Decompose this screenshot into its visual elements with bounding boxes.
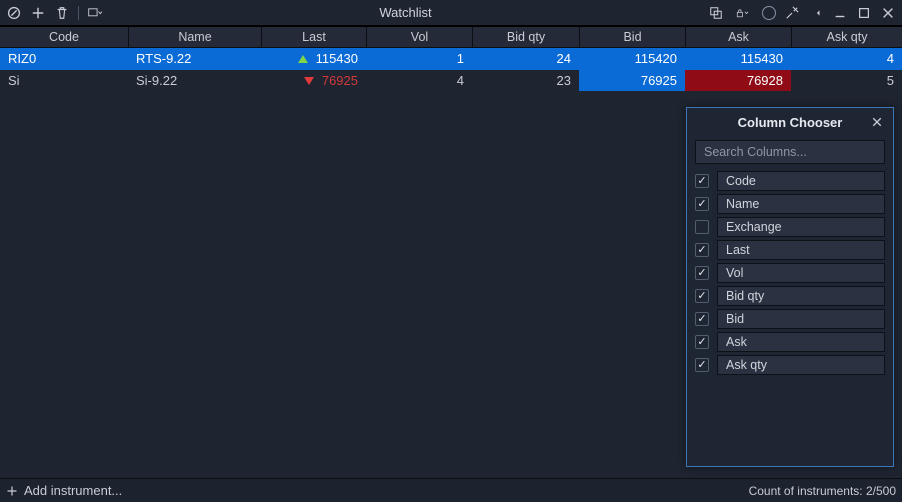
column-chooser-item[interactable]: Ask qty bbox=[695, 354, 885, 376]
titlebar: Watchlist bbox=[0, 0, 902, 26]
col-header-code[interactable]: Code bbox=[0, 27, 128, 47]
tools-icon[interactable] bbox=[784, 5, 800, 21]
checkbox-icon[interactable] bbox=[695, 335, 709, 349]
add-instrument-button[interactable]: Add instrument... bbox=[6, 483, 122, 498]
cell-name: RTS-9.22 bbox=[128, 48, 261, 69]
lock-icon[interactable] bbox=[732, 5, 754, 21]
column-chooser-item[interactable]: Bid bbox=[695, 308, 885, 330]
price-down-icon bbox=[304, 77, 314, 85]
cell-bidqty: 23 bbox=[472, 70, 579, 91]
column-chooser-item-label: Ask qty bbox=[717, 355, 885, 375]
col-header-bidqty[interactable]: Bid qty bbox=[472, 27, 579, 47]
plus-icon bbox=[6, 485, 18, 497]
price-up-icon bbox=[298, 55, 308, 63]
column-chooser-item[interactable]: Code bbox=[695, 170, 885, 192]
column-chooser-item-label: Vol bbox=[717, 263, 885, 283]
table-row[interactable]: Si Si-9.22 76925 4 23 76925 76928 5 bbox=[0, 70, 902, 92]
column-chooser-item[interactable]: Vol bbox=[695, 262, 885, 284]
close-icon[interactable] bbox=[880, 5, 896, 21]
minimize-icon[interactable] bbox=[832, 5, 848, 21]
pin-icon[interactable] bbox=[808, 5, 824, 21]
status-bar: Add instrument... Count of instruments: … bbox=[0, 478, 902, 502]
cell-bid: 115420 bbox=[579, 48, 685, 69]
checkbox-icon[interactable] bbox=[695, 174, 709, 188]
cell-askqty: 5 bbox=[791, 70, 902, 91]
delete-icon[interactable] bbox=[54, 5, 70, 21]
col-header-vol[interactable]: Vol bbox=[366, 27, 472, 47]
column-chooser-item-label: Code bbox=[717, 171, 885, 191]
cell-last: 115430 bbox=[261, 48, 366, 69]
column-chooser-panel: Column Chooser Code Name Exchange bbox=[686, 107, 894, 467]
cell-vol: 1 bbox=[366, 48, 472, 69]
grid-body-empty: Column Chooser Code Name Exchange bbox=[0, 92, 902, 478]
cell-name: Si-9.22 bbox=[128, 70, 261, 91]
checkbox-icon[interactable] bbox=[695, 243, 709, 257]
table-body: RIZ0 RTS-9.22 115430 1 24 115420 115430 … bbox=[0, 48, 902, 92]
col-header-last[interactable]: Last bbox=[261, 27, 366, 47]
col-header-name[interactable]: Name bbox=[128, 27, 261, 47]
column-chooser-item[interactable]: Name bbox=[695, 193, 885, 215]
titlebar-left-tools bbox=[0, 5, 109, 21]
column-chooser-item-label: Bid bbox=[717, 309, 885, 329]
checkbox-icon[interactable] bbox=[695, 266, 709, 280]
column-chooser-search-input[interactable] bbox=[695, 140, 885, 164]
cell-ask: 76928 bbox=[685, 70, 791, 91]
separator bbox=[78, 6, 79, 20]
checkbox-icon[interactable] bbox=[695, 358, 709, 372]
panel-dropdown-icon[interactable] bbox=[87, 5, 103, 21]
cell-bid: 76925 bbox=[579, 70, 685, 91]
column-chooser-item-label: Last bbox=[717, 240, 885, 260]
cell-last-value: 76925 bbox=[322, 73, 358, 88]
col-header-bid[interactable]: Bid bbox=[579, 27, 685, 47]
add-icon[interactable] bbox=[30, 5, 46, 21]
column-chooser-item[interactable]: Last bbox=[695, 239, 885, 261]
table-row[interactable]: RIZ0 RTS-9.22 115430 1 24 115420 115430 … bbox=[0, 48, 902, 70]
app-logo-icon[interactable] bbox=[6, 5, 22, 21]
column-chooser-item-label: Ask bbox=[717, 332, 885, 352]
column-chooser-item-label: Name bbox=[717, 194, 885, 214]
maximize-icon[interactable] bbox=[856, 5, 872, 21]
checkbox-icon[interactable] bbox=[695, 197, 709, 211]
column-chooser-item-label: Bid qty bbox=[717, 286, 885, 306]
column-chooser-title-text: Column Chooser bbox=[738, 115, 843, 130]
checkbox-icon[interactable] bbox=[695, 312, 709, 326]
column-chooser-close-icon[interactable] bbox=[869, 114, 885, 130]
cell-bidqty: 24 bbox=[472, 48, 579, 69]
status-ring-icon[interactable] bbox=[762, 6, 776, 20]
table-header: Code Name Last Vol Bid qty Bid Ask Ask q… bbox=[0, 26, 902, 48]
titlebar-right-tools bbox=[702, 5, 902, 21]
checkbox-icon[interactable] bbox=[695, 289, 709, 303]
column-chooser-item[interactable]: Bid qty bbox=[695, 285, 885, 307]
instrument-count-status: Count of instruments: 2/500 bbox=[749, 484, 896, 498]
checkbox-icon[interactable] bbox=[695, 220, 709, 234]
cell-code: Si bbox=[0, 70, 128, 91]
window-title: Watchlist bbox=[109, 5, 702, 20]
cell-last-value: 115430 bbox=[316, 51, 358, 66]
col-header-ask[interactable]: Ask bbox=[685, 27, 791, 47]
column-chooser-item[interactable]: Ask bbox=[695, 331, 885, 353]
column-chooser-title: Column Chooser bbox=[687, 108, 893, 136]
cell-ask: 115430 bbox=[685, 48, 791, 69]
add-instrument-label: Add instrument... bbox=[24, 483, 122, 498]
cell-askqty: 4 bbox=[791, 48, 902, 69]
app-window: Watchlist bbox=[0, 0, 902, 502]
cell-code: RIZ0 bbox=[0, 48, 128, 69]
column-chooser-item-label: Exchange bbox=[717, 217, 885, 237]
column-chooser-item[interactable]: Exchange bbox=[695, 216, 885, 238]
cell-last: 76925 bbox=[261, 70, 366, 91]
col-header-askqty[interactable]: Ask qty bbox=[791, 27, 902, 47]
column-chooser-list: Code Name Exchange Last Vol bbox=[687, 170, 893, 376]
cell-vol: 4 bbox=[366, 70, 472, 91]
copy-icon[interactable] bbox=[708, 5, 724, 21]
